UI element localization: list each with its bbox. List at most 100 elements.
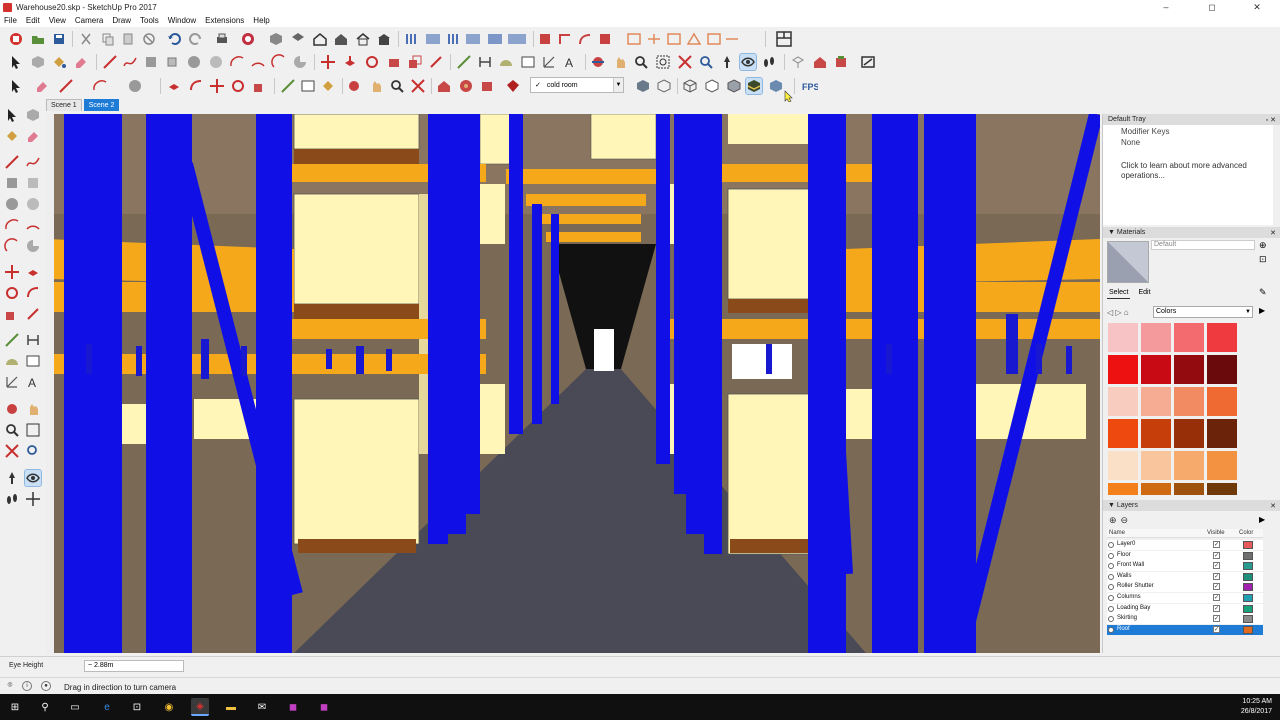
material-swatch[interactable] [1108, 419, 1138, 448]
active-layer-radio[interactable] [1108, 595, 1114, 601]
layer-visible-checkbox[interactable]: ✓ [1213, 541, 1220, 548]
freehand-icon[interactable] [122, 54, 138, 70]
search-icon[interactable]: ⚲ [36, 698, 54, 716]
material-swatch[interactable] [1108, 323, 1138, 352]
erase-icon[interactable] [141, 31, 157, 47]
pan-left-icon[interactable] [25, 401, 41, 417]
menu-window[interactable]: Window [168, 16, 196, 25]
tape-left-icon[interactable] [4, 332, 20, 348]
material-name-field[interactable]: Default [1151, 240, 1255, 250]
menu-edit[interactable]: Edit [26, 16, 40, 25]
orbit-tool-icon[interactable] [346, 78, 362, 94]
create-material-icon[interactable]: ⊕ [1259, 240, 1267, 251]
layer-visible-checkbox[interactable]: ✓ [1213, 583, 1220, 591]
share-model-icon[interactable] [458, 78, 474, 94]
layer-color-swatch[interactable] [1243, 541, 1253, 549]
store-icon[interactable]: ⊡ [128, 698, 146, 716]
materials-close-icon[interactable]: ✕ [1270, 229, 1276, 237]
layer-color-swatch[interactable] [1243, 604, 1253, 613]
3d-text-left-icon[interactable]: A [25, 374, 41, 390]
zoom-extents-icon[interactable] [677, 54, 693, 70]
app-icon-2[interactable]: ◼ [315, 698, 333, 716]
back-view-icon[interactable] [355, 31, 371, 47]
eyedropper-icon[interactable]: ✎ [1259, 287, 1267, 298]
copy-icon[interactable] [100, 31, 116, 47]
paint-tool-icon[interactable] [320, 78, 336, 94]
layer-visible-checkbox[interactable]: ✓ [1213, 551, 1220, 559]
material-swatch[interactable] [1141, 387, 1171, 416]
layer-row[interactable]: Front Wall ✓ [1107, 561, 1263, 572]
walk-left-icon[interactable] [4, 491, 20, 507]
active-layer-radio[interactable] [1108, 563, 1114, 570]
line-left-icon[interactable] [4, 154, 20, 170]
new-file-icon[interactable] [8, 31, 24, 47]
hidden-line-style-icon[interactable] [704, 78, 720, 94]
layer-color-swatch[interactable] [1243, 583, 1253, 592]
iso-view-icon[interactable] [268, 31, 284, 47]
active-layer-radio[interactable] [1108, 605, 1114, 612]
move-tool-icon[interactable] [209, 78, 225, 94]
circle-icon[interactable] [186, 54, 202, 70]
zoom-tool-icon[interactable] [389, 78, 405, 94]
offset-icon[interactable] [428, 54, 444, 70]
material-swatch[interactable] [1141, 323, 1171, 352]
mail-icon[interactable]: ✉ [253, 698, 271, 716]
active-layer-radio[interactable] [1108, 616, 1114, 623]
line-pencil-icon[interactable] [102, 54, 118, 70]
chrome-icon[interactable]: ◉ [160, 698, 178, 716]
warehouse-icon[interactable] [812, 54, 828, 70]
layer-row[interactable]: Loading Bay ✓ [1107, 603, 1263, 614]
vcb-input[interactable]: ~ 2.88m [84, 660, 184, 672]
open-file-icon[interactable] [30, 31, 46, 47]
zoom-window-left-icon[interactable] [25, 422, 41, 438]
polygon-icon[interactable] [208, 54, 224, 70]
pan-icon[interactable] [612, 54, 628, 70]
layer-row[interactable]: Roof ✓ [1107, 624, 1263, 635]
sketchup-taskbar-icon[interactable]: ◈ [191, 698, 209, 716]
material-swatch[interactable] [1207, 419, 1237, 448]
material-swatch[interactable] [1141, 483, 1171, 495]
extension-manager-icon[interactable] [479, 78, 495, 94]
pie-icon[interactable] [292, 54, 308, 70]
orbit-icon[interactable] [590, 54, 606, 70]
make-component-icon[interactable] [25, 107, 41, 123]
protractor-left-icon[interactable] [4, 353, 20, 369]
material-swatch[interactable] [1108, 387, 1138, 416]
layer-color-swatch[interactable] [1243, 562, 1253, 571]
tab-scene-2[interactable]: Scene 2 [83, 99, 120, 111]
home-icon[interactable]: ⌂ [1124, 308, 1129, 317]
model-viewport[interactable] [46, 114, 1100, 653]
system-clock[interactable]: 10:25 AM 26/8/2017 [1241, 697, 1272, 717]
print-icon[interactable] [214, 31, 230, 47]
layer-row[interactable]: Walls ✓ [1107, 571, 1263, 582]
active-layer-radio[interactable] [1108, 552, 1114, 559]
chevron-down-icon[interactable]: ▼ [1245, 307, 1251, 317]
axes-left-icon[interactable] [4, 374, 20, 390]
position-camera-left-icon[interactable] [4, 470, 20, 486]
warehouse-tool-icon[interactable] [436, 78, 452, 94]
paint-bucket-left-icon[interactable] [4, 128, 20, 144]
active-layer-radio[interactable] [1108, 542, 1114, 548]
layer-color-swatch[interactable] [1243, 551, 1253, 560]
dimension-icon[interactable] [477, 54, 493, 70]
sandbox-tools-icon[interactable] [626, 31, 740, 47]
material-swatch[interactable] [1108, 451, 1138, 480]
rotate-icon[interactable] [364, 54, 380, 70]
wireframe-style-icon[interactable] [682, 78, 698, 94]
credits-icon[interactable]: i [22, 681, 32, 691]
two-point-arc-left-icon[interactable] [25, 217, 41, 233]
polygon-left-icon[interactable] [25, 196, 41, 212]
eraser-left-icon[interactable] [25, 128, 41, 144]
zoom-extents-left-icon[interactable] [4, 443, 20, 459]
paint-sample-icon[interactable]: ⊡ [1259, 254, 1267, 265]
layer-row[interactable]: Roller Shutter ✓ [1107, 582, 1263, 593]
file-explorer-icon[interactable]: ▬ [222, 698, 240, 716]
layer-visible-checkbox[interactable]: ✓ [1213, 615, 1220, 623]
material-swatch[interactable] [1174, 483, 1204, 495]
chevron-down-icon[interactable]: ▼ [613, 78, 623, 92]
previous-left-icon[interactable] [25, 443, 41, 459]
material-swatch[interactable] [1174, 451, 1204, 480]
walk-icon[interactable] [761, 54, 777, 70]
component-icon[interactable] [30, 54, 46, 70]
arc-left-icon[interactable] [4, 217, 20, 233]
